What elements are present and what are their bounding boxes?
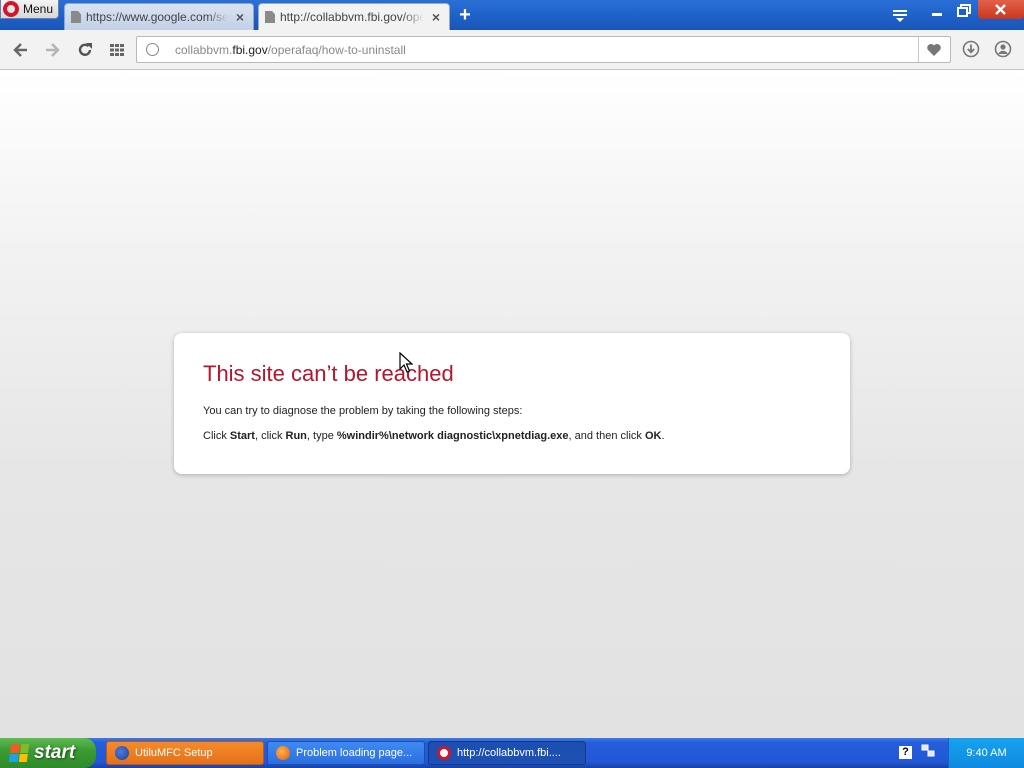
error-card: This site can’t be reached You can try t…	[174, 333, 850, 474]
taskbar-button-label: Problem loading page...	[296, 747, 413, 759]
tab-google-search[interactable]: https://www.google.com/search?q=opera ×	[64, 3, 254, 30]
opera-menu-button[interactable]: Menu	[0, 0, 59, 19]
menu-label: Menu	[23, 2, 54, 16]
navigation-bar: collabbvm.fbi.gov/operafaq/how-to-uninst…	[0, 30, 1024, 70]
forward-arrow-icon[interactable]	[42, 40, 62, 60]
page-content: This site can’t be reached You can try t…	[0, 70, 1024, 738]
error-instructions: Click Start, click Run, type %windir%\ne…	[203, 430, 665, 442]
tab-collabbvm[interactable]: http://collabbvm.fbi.gov/operafaq/how-to…	[258, 3, 450, 30]
minimize-icon[interactable]	[928, 3, 946, 19]
ok-keyword: OK	[644, 430, 662, 442]
browser-tab-bar: Menu https://www.google.com/search?q=ope…	[0, 0, 1024, 30]
restore-icon[interactable]	[955, 3, 973, 19]
bookmark-heart-icon[interactable]	[926, 42, 942, 58]
taskbar-button-label: UtiluMFC Setup	[135, 747, 213, 759]
close-tab-icon[interactable]: ×	[233, 10, 247, 24]
start-keyword: Start	[229, 430, 255, 442]
firefox-icon	[276, 746, 290, 760]
help-icon[interactable]: ?	[899, 746, 912, 759]
site-info-icon[interactable]	[146, 43, 159, 56]
system-tray-clock: 9:40 AM	[948, 738, 1024, 768]
page-icon	[71, 11, 81, 23]
clock: 9:40 AM	[966, 747, 1007, 759]
opera-icon	[437, 746, 451, 760]
address-bar[interactable]: collabbvm.fbi.gov/operafaq/how-to-uninst…	[136, 36, 951, 63]
close-icon	[995, 4, 1006, 15]
opera-logo-icon	[3, 1, 19, 17]
download-icon[interactable]	[962, 40, 980, 58]
mouse-cursor-icon	[399, 352, 413, 373]
network-icon[interactable]	[921, 744, 935, 758]
run-keyword: Run	[285, 430, 307, 442]
firefox-icon	[115, 746, 129, 760]
error-intro: You can try to diagnose the problem by t…	[203, 405, 523, 417]
address-domain: fbi.gov	[232, 43, 268, 57]
tab-menu-icon[interactable]	[892, 8, 908, 22]
taskbar-button-label: http://collabbvm.fbi....	[457, 747, 561, 759]
taskbar-button-problem-loading[interactable]: Problem loading page...	[267, 741, 425, 765]
start-label: start	[34, 742, 76, 763]
error-title: This site can’t be reached	[203, 361, 454, 386]
taskbar-button-opera[interactable]: http://collabbvm.fbi....	[428, 741, 586, 765]
page-icon	[265, 11, 275, 23]
address-divider	[918, 37, 919, 62]
diag-command: %windir%\network diagnostic\xpnetdiag.ex…	[336, 430, 569, 442]
new-tab-button[interactable]: +	[456, 5, 474, 25]
tab-title: http://collabbvm.fbi.gov/operafaq/how-to…	[280, 10, 424, 24]
windows-logo-icon	[8, 744, 30, 762]
start-button[interactable]: start	[0, 738, 96, 768]
address-text[interactable]: collabbvm.fbi.gov/operafaq/how-to-uninst…	[175, 43, 406, 57]
tab-title: https://www.google.com/search?q=opera	[86, 10, 228, 24]
speed-dial-grid-icon[interactable]	[107, 40, 127, 60]
back-arrow-icon[interactable]	[11, 40, 31, 60]
windows-taskbar: start UtiluMFC Setup Problem loading pag…	[0, 738, 1024, 768]
close-tab-icon[interactable]: ×	[429, 10, 443, 24]
close-window-button[interactable]	[978, 0, 1024, 19]
reload-icon[interactable]	[75, 40, 95, 60]
taskbar-button-utilumfc[interactable]: UtiluMFC Setup	[106, 741, 264, 765]
account-icon[interactable]	[994, 40, 1012, 58]
